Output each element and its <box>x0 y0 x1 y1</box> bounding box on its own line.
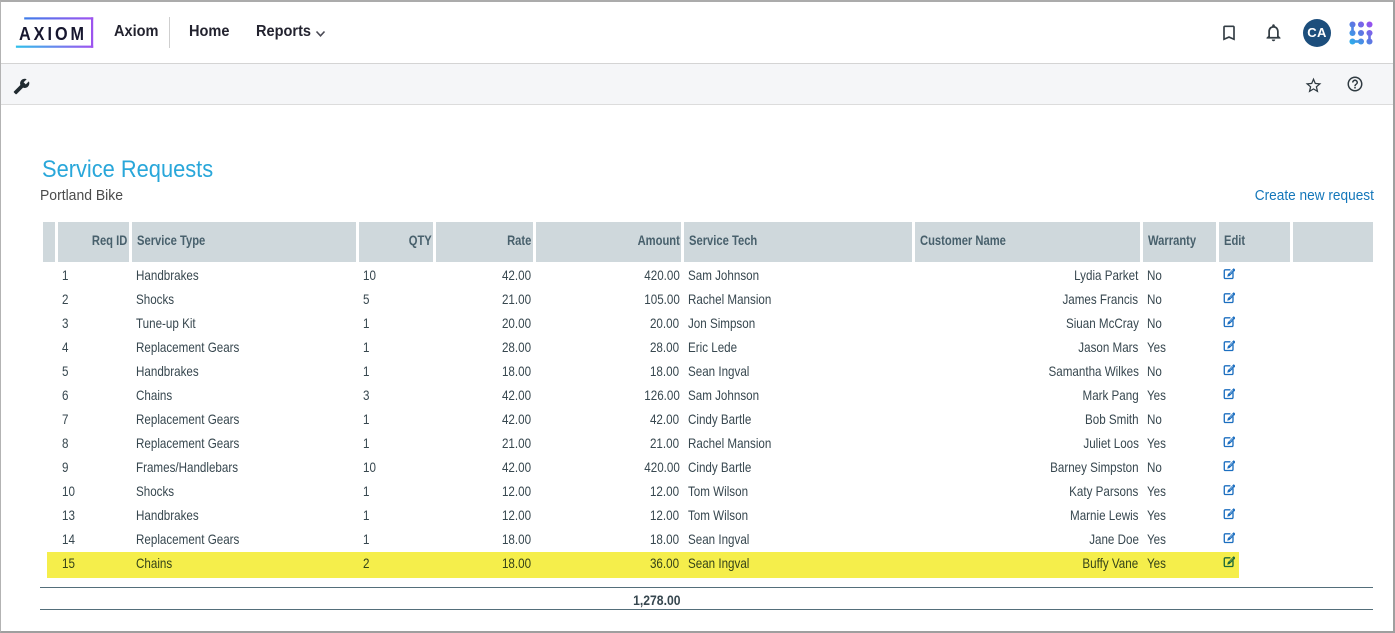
svg-text:AXIOM: AXIOM <box>19 23 87 44</box>
